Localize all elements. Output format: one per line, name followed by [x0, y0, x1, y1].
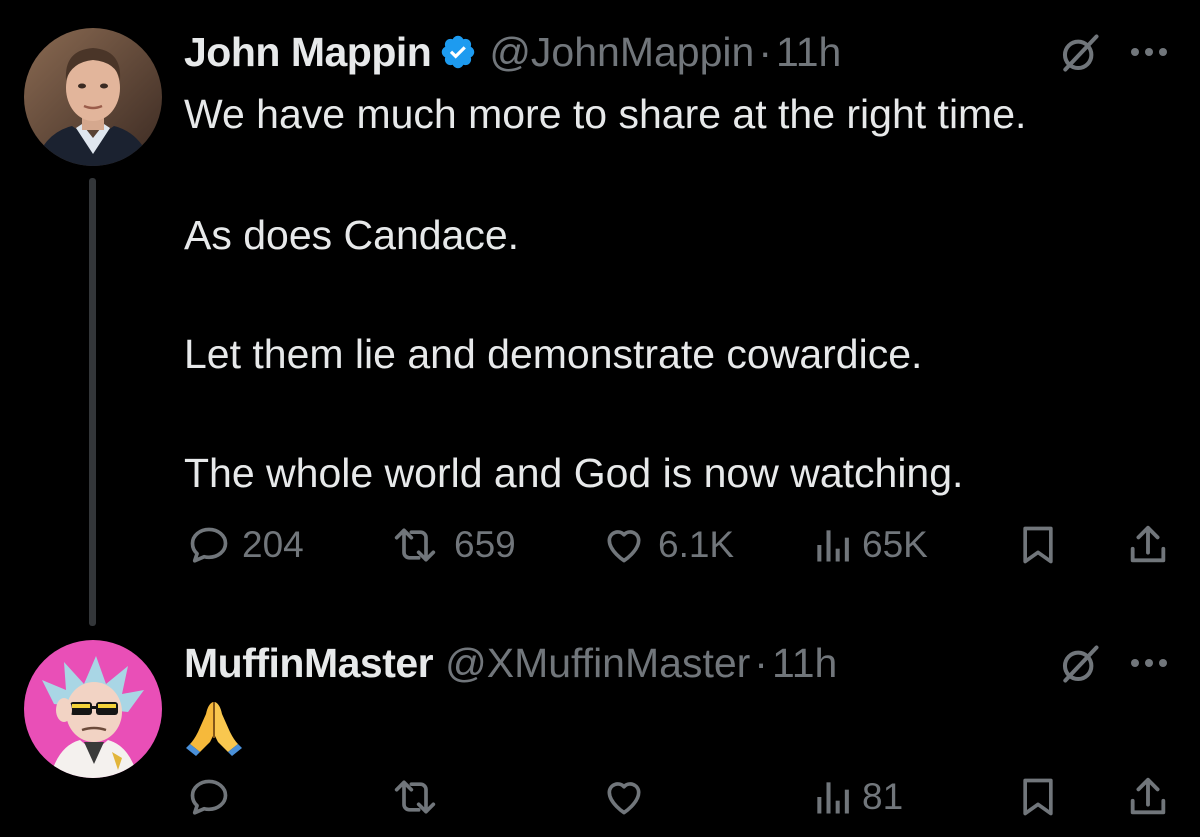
share-icon	[1130, 525, 1166, 563]
share-button[interactable]	[1126, 520, 1170, 570]
avatar-cartoon-muffinmaster	[24, 640, 162, 778]
heart-icon	[607, 782, 641, 815]
reply-button[interactable]	[186, 772, 242, 822]
tweet-header: John Mappin @JohnMappin · 11h	[184, 27, 841, 77]
tweet-muffinmaster[interactable]: MuffinMaster @XMuffinMaster · 11h 81	[0, 620, 1200, 837]
share-icon	[1130, 777, 1166, 815]
avatar-muffinmaster[interactable]	[24, 640, 162, 778]
like-count: 6.1K	[658, 524, 735, 565]
views-button[interactable]: 81	[812, 772, 903, 822]
folded-hands-emoji	[186, 702, 242, 756]
repost-count: 659	[454, 524, 516, 565]
separator-dot: ·	[758, 29, 772, 75]
tweet-john-mappin[interactable]: John Mappin @JohnMappin · 11h We have mu…	[0, 0, 1200, 626]
bookmark-icon	[1023, 778, 1053, 816]
bookmark-button[interactable]	[1018, 520, 1058, 570]
author-name[interactable]: John Mappin	[184, 27, 432, 77]
grok-icon[interactable]	[1058, 31, 1102, 75]
repost-icon	[394, 780, 436, 814]
separator-dot: ·	[754, 640, 768, 686]
thread-connector-line	[89, 178, 96, 626]
reply-icon	[190, 779, 228, 815]
repost-button[interactable]: 659	[386, 520, 516, 570]
share-button[interactable]	[1126, 772, 1170, 822]
more-icon[interactable]	[1128, 656, 1170, 670]
views-icon	[817, 782, 849, 814]
views-button[interactable]: 65K	[812, 520, 928, 570]
verified-badge-icon[interactable]	[439, 33, 477, 71]
like-button[interactable]	[600, 772, 658, 822]
avatar-photo-john-mappin	[24, 28, 162, 166]
repost-icon	[394, 528, 436, 562]
views-count: 81	[862, 776, 904, 817]
repost-button[interactable]	[386, 772, 454, 822]
reply-button[interactable]: 204	[186, 520, 304, 570]
reply-icon	[190, 527, 228, 563]
author-handle[interactable]: @JohnMappin	[489, 27, 754, 77]
like-button[interactable]: 6.1K	[600, 520, 734, 570]
heart-icon	[607, 530, 641, 563]
tweet-header: MuffinMaster @XMuffinMaster · 11h	[184, 638, 837, 688]
avatar-john-mappin[interactable]	[24, 28, 162, 166]
tweet-text-line-1: We have much more to share at the right …	[184, 91, 1027, 137]
tweet-text-line-2: As does Candace.	[184, 212, 520, 258]
tweet-text-line-3: Let them lie and demonstrate cowardice.	[184, 331, 923, 377]
author-name[interactable]: MuffinMaster	[184, 638, 434, 688]
more-icon[interactable]	[1128, 45, 1170, 59]
views-icon	[817, 530, 849, 562]
tweet-text-line-4: The whole world and God is now watching.	[184, 450, 964, 496]
grok-icon[interactable]	[1058, 642, 1102, 686]
bookmark-button[interactable]	[1018, 772, 1058, 822]
views-count: 65K	[862, 524, 928, 565]
bookmark-icon	[1023, 526, 1053, 564]
author-handle[interactable]: @XMuffinMaster	[445, 638, 750, 688]
reply-count: 204	[242, 524, 304, 565]
timestamp[interactable]: 11h	[772, 638, 837, 688]
timestamp[interactable]: 11h	[776, 27, 841, 77]
